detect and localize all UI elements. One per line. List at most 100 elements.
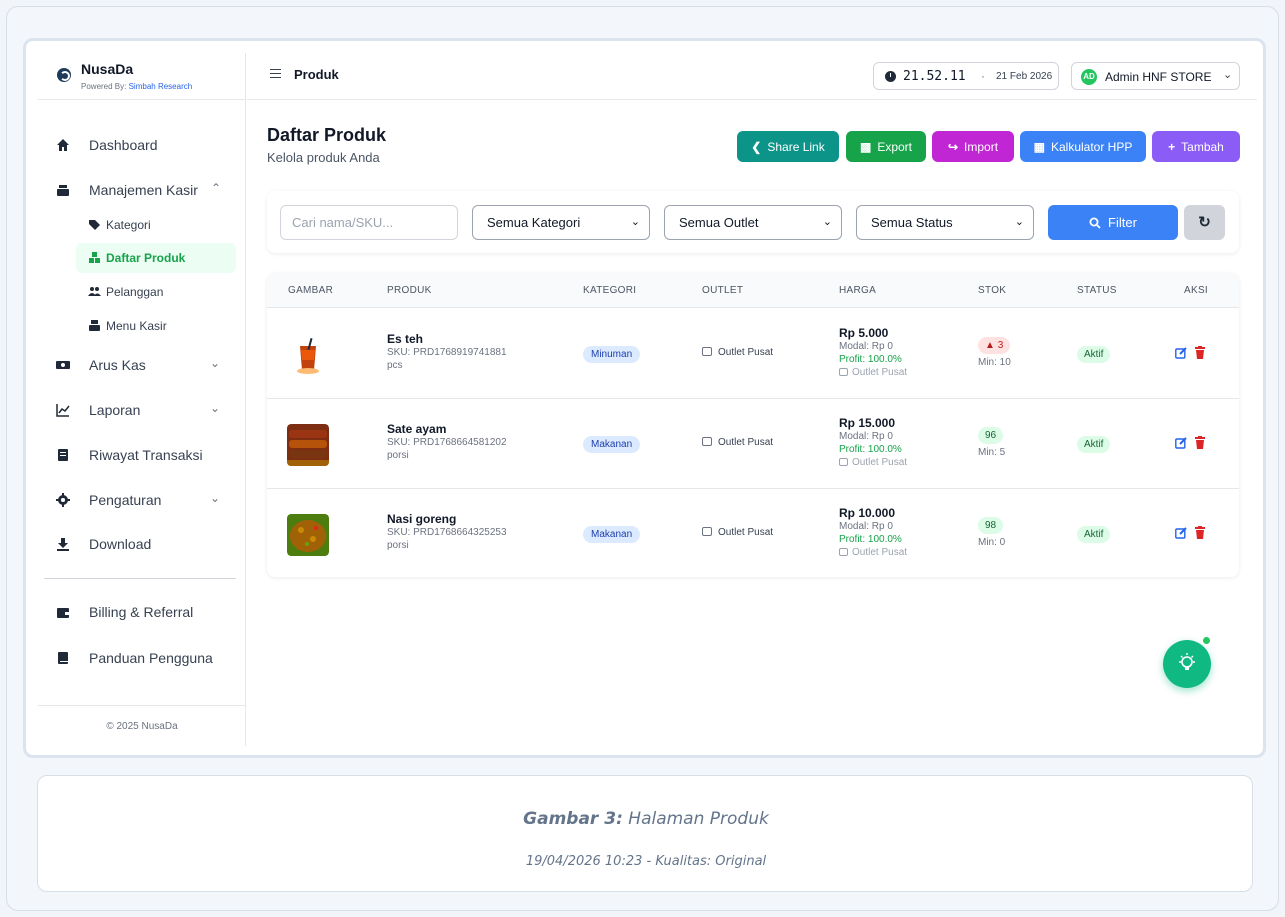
stock-value: 3: [997, 340, 1004, 351]
caption-meta: 19/04/2026 10:23 - Kualitas: Original: [525, 854, 767, 869]
product-unit: porsi: [387, 540, 409, 551]
table-header: GAMBAR PRODUK KATEGORI OUTLET HARGA STOK…: [267, 273, 1239, 308]
clock-date: 21 Feb 2026: [996, 71, 1053, 82]
column-header: STATUS: [1077, 285, 1117, 296]
header-title: Produk: [294, 67, 339, 82]
tips-fab-button[interactable]: [1163, 640, 1211, 688]
product-image-sate-ayam: [287, 424, 329, 466]
nusada-logo-icon: [57, 68, 71, 82]
status-badge: Aktif: [1077, 526, 1111, 543]
price-outlet-name: Outlet Pusat: [852, 367, 908, 378]
sidebar-item-billing-referral[interactable]: Billing & Referral: [38, 598, 246, 626]
column-header: KATEGORI: [583, 285, 637, 296]
brand-powered-by: Powered By: Simbah Research: [81, 82, 192, 91]
chart-line-icon: [56, 404, 70, 417]
user-name: Admin HNF STORE: [1105, 70, 1212, 84]
reset-button[interactable]: ↻: [1184, 205, 1225, 240]
button-label: Export: [877, 139, 913, 154]
book-icon: [58, 652, 68, 664]
refresh-icon: ↻: [1198, 214, 1211, 231]
store-icon: [702, 437, 712, 446]
column-header: STOK: [978, 285, 1007, 296]
table-row: Sate ayam SKU: PRD1768664581202 porsi Ma…: [267, 399, 1239, 489]
edit-icon[interactable]: [1175, 347, 1187, 359]
powered-by-link[interactable]: Simbah Research: [129, 82, 193, 91]
profit: Profit: 100.0%: [839, 534, 902, 545]
powered-prefix: Powered By:: [81, 82, 127, 91]
sidebar-subitem-kategori[interactable]: Kategori: [76, 210, 236, 240]
price-outlet: Outlet Pusat: [839, 367, 907, 378]
sidebar-item-arus-kas[interactable]: Arus Kas ⌄: [38, 351, 246, 379]
stock-badge: 98: [978, 517, 1004, 534]
trash-icon[interactable]: [1195, 436, 1205, 449]
cash-register-icon: [89, 320, 100, 331]
outlet-name: Outlet Pusat: [718, 527, 774, 538]
table-row: Es teh SKU: PRD1768919741881 pcs Minuman…: [267, 309, 1239, 399]
sidebar-subitem-daftar-produk[interactable]: Daftar Produk: [76, 243, 236, 273]
plus-icon: +: [1168, 139, 1176, 154]
chevron-down-icon: ⌄: [210, 491, 221, 505]
modal-price: Modal: Rp 0: [839, 521, 893, 532]
sidebar-subitem-pelanggan[interactable]: Pelanggan: [76, 277, 236, 307]
search-input[interactable]: Cari nama/SKU...: [280, 205, 458, 240]
outlet-cell: Outlet Pusat: [702, 347, 773, 358]
outlet-name: Outlet Pusat: [718, 347, 774, 358]
price: Rp 5.000: [839, 326, 889, 340]
wallet-icon: [57, 608, 69, 618]
filter-button[interactable]: Filter: [1048, 205, 1178, 240]
sidebar-item-dashboard[interactable]: Dashboard: [38, 131, 246, 159]
status-badge: Aktif: [1077, 346, 1111, 363]
sidebar-item-laporan[interactable]: Laporan ⌄: [38, 396, 246, 424]
user-menu-button[interactable]: AD Admin HNF STORE ⌄: [1071, 62, 1240, 90]
product-unit: porsi: [387, 450, 409, 461]
tambah-button[interactable]: + Tambah: [1152, 131, 1240, 162]
button-label: Import: [964, 139, 999, 154]
chevron-down-icon: ⌄: [210, 401, 221, 415]
sidebar-subitem-label: Pelanggan: [106, 285, 164, 299]
stock-badge: 96: [978, 427, 1004, 444]
price-outlet: Outlet Pusat: [839, 457, 907, 468]
edit-icon[interactable]: [1175, 437, 1187, 449]
sidebar-subitem-menu-kasir[interactable]: Menu Kasir: [76, 311, 236, 341]
sidebar-item-panduan-pengguna[interactable]: Panduan Pengguna: [38, 644, 246, 672]
clock-display: 21.52.11 · 21 Feb 2026: [873, 62, 1059, 90]
sidebar-item-riwayat-transaksi[interactable]: Riwayat Transaksi: [38, 441, 246, 469]
modal-price: Modal: Rp 0: [839, 341, 893, 352]
product-sku: SKU: PRD1768664581202: [387, 437, 507, 448]
column-header: OUTLET: [702, 285, 744, 296]
product-sku: SKU: PRD1768919741881: [387, 347, 507, 358]
kalkulator-hpp-button[interactable]: ▦ Kalkulator HPP: [1020, 131, 1146, 162]
tag-icon: [89, 220, 100, 230]
modal-price: Modal: Rp 0: [839, 431, 893, 442]
chevron-down-icon: ⌄: [1223, 69, 1233, 81]
page-title: Daftar Produk: [267, 125, 387, 145]
filter-bar: Cari nama/SKU... Semua Kategori ⌄ Semua …: [267, 191, 1239, 253]
stock-min: Min: 0: [978, 537, 1006, 548]
hamburger-menu-icon[interactable]: [270, 69, 281, 78]
screenshot-frame: NusaDa Powered By: Simbah Research Dashb…: [23, 38, 1266, 758]
import-button[interactable]: ↪ Import: [932, 131, 1014, 162]
sidebar: NusaDa Powered By: Simbah Research Dashb…: [38, 53, 246, 746]
receipt-icon: [58, 449, 68, 461]
sidebar-item-manajemen-kasir[interactable]: Manajemen Kasir ⌃: [38, 176, 246, 204]
chevron-up-icon: ⌃: [211, 181, 222, 195]
status-select[interactable]: Semua Status ⌄: [856, 205, 1034, 240]
page-subtitle: Kelola produk Anda: [267, 150, 380, 165]
price: Rp 15.000: [839, 416, 896, 430]
category-select[interactable]: Semua Kategori ⌄: [472, 205, 650, 240]
main-content: Daftar Produk Kelola produk Anda ❮ Share …: [247, 101, 1257, 746]
trash-icon[interactable]: [1195, 346, 1205, 359]
trash-icon[interactable]: [1195, 526, 1205, 539]
category-badge: Makanan: [583, 436, 641, 453]
sidebar-item-pengaturan[interactable]: Pengaturan ⌄: [38, 486, 246, 514]
export-button[interactable]: ▩ Export: [846, 131, 926, 162]
product-name: Nasi goreng: [387, 512, 457, 526]
edit-icon[interactable]: [1175, 527, 1187, 539]
sidebar-item-download[interactable]: Download: [38, 530, 246, 558]
share-link-button[interactable]: ❮ Share Link: [737, 131, 839, 162]
outlet-select[interactable]: Semua Outlet ⌄: [664, 205, 842, 240]
clock-icon: [885, 71, 896, 82]
profit: Profit: 100.0%: [839, 354, 902, 365]
file-excel-icon: ▩: [859, 139, 872, 154]
store-icon: [702, 527, 712, 536]
